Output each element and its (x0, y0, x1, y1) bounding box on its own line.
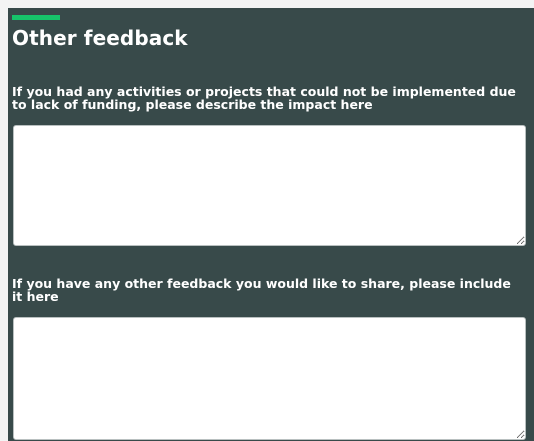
section-title: Other feedback (12, 26, 188, 50)
other-feedback-section: Other feedback If you had any activities… (8, 8, 534, 441)
other-feedback-question-label: If you have any other feedback you would… (12, 276, 511, 304)
unfunded-activities-question-label: If you had any activities or projects th… (12, 84, 516, 112)
section-accent-bar (12, 15, 60, 20)
unfunded-activities-impact-textarea[interactable] (13, 125, 526, 246)
other-feedback-textarea[interactable] (13, 317, 526, 440)
